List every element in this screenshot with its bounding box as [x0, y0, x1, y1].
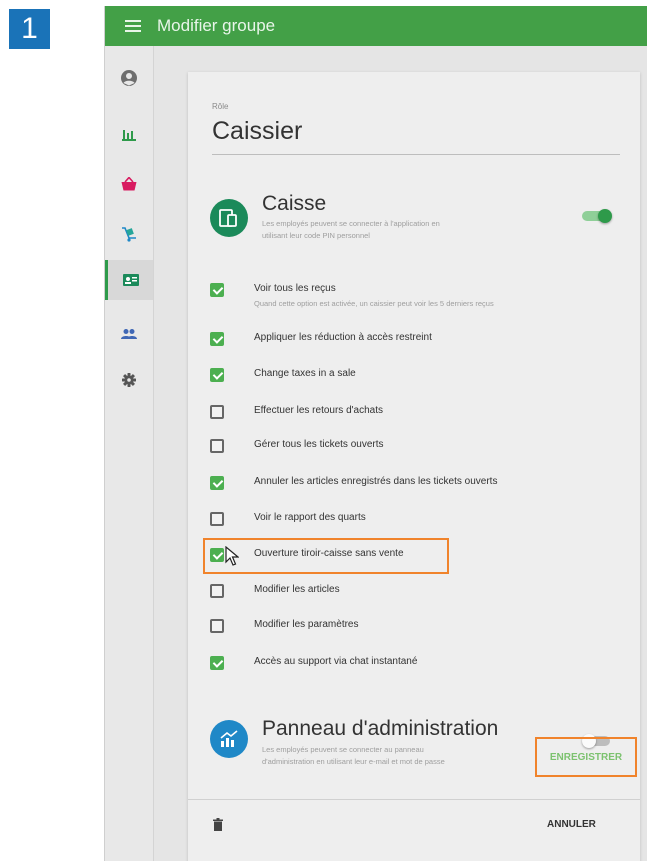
admin-section-description: Les employés peuvent se connecter au pan…: [262, 745, 445, 766]
permission-label: Modifier les paramètres: [254, 619, 359, 630]
sidebar-item-inventory[interactable]: [105, 214, 153, 254]
sidebar-item-account[interactable]: [105, 58, 153, 98]
permission-checkbox[interactable]: [210, 584, 224, 598]
sidebar-item-customers[interactable]: [105, 314, 153, 354]
permission-checkbox[interactable]: [210, 368, 224, 382]
permission-checkbox[interactable]: [210, 439, 224, 453]
permission-checkbox[interactable]: [210, 512, 224, 526]
permission-label: Voir le rapport des quarts: [254, 512, 366, 523]
menu-icon[interactable]: [125, 20, 141, 32]
permission-label: Effectuer les retours d'achats: [254, 405, 384, 416]
role-field-underline: [212, 154, 620, 155]
permission-label: Gérer tous les tickets ouverts: [254, 439, 384, 450]
permission-checkbox[interactable]: [210, 476, 224, 490]
role-field-label: Rôle: [212, 102, 229, 111]
pos-devices-icon: [210, 199, 248, 237]
footer-divider: [188, 799, 640, 800]
id-card-icon: [122, 274, 139, 286]
permission-label: Change taxes in a sale: [254, 368, 356, 379]
permission-label: Annuler les articles enregistrés dans le…: [254, 476, 498, 487]
permission-label: Voir tous les reçus: [254, 283, 336, 294]
page-title: Modifier groupe: [157, 16, 276, 35]
permission-checkbox[interactable]: [210, 332, 224, 346]
analytics-icon: [210, 720, 248, 758]
mouse-cursor-icon: [225, 546, 239, 566]
sidebar: [105, 46, 154, 861]
basket-icon: [121, 177, 137, 191]
sidebar-item-employees[interactable]: [105, 260, 153, 300]
permission-checkbox[interactable]: [210, 656, 224, 670]
caisse-section-description: Les employés peuvent se connecter à l'ap…: [262, 219, 440, 240]
top-app-bar: Modifier groupe: [105, 6, 647, 46]
people-icon: [121, 329, 137, 339]
permission-checkbox[interactable]: [210, 283, 224, 297]
permission-checkbox[interactable]: [210, 405, 224, 419]
caisse-section-title: Caisse: [262, 192, 327, 215]
sidebar-item-settings[interactable]: [105, 360, 153, 400]
delete-icon[interactable]: [213, 818, 223, 831]
permission-label: Modifier les articles: [254, 584, 340, 595]
account-icon: [121, 70, 137, 86]
settings-icon: [122, 373, 136, 387]
sidebar-item-items[interactable]: [105, 164, 153, 204]
save-button[interactable]: ENREGISTRER: [535, 737, 637, 777]
step-badge: 1: [9, 9, 50, 49]
hand-truck-icon: [122, 227, 136, 242]
app-window: Modifier groupe Rôle Caissier Caisse Les…: [104, 6, 647, 861]
caisse-access-toggle[interactable]: [582, 209, 612, 223]
cancel-button[interactable]: ANNULER: [547, 819, 596, 830]
permission-description: Quand cette option est activée, un caiss…: [254, 299, 494, 308]
sidebar-item-reports[interactable]: [105, 114, 153, 154]
highlight-box: [203, 538, 449, 574]
role-name-input[interactable]: Caissier: [212, 117, 302, 146]
admin-section-title: Panneau d'administration: [262, 717, 499, 740]
bar-chart-icon: [122, 130, 136, 141]
permission-label: Accès au support via chat instantané: [254, 656, 418, 667]
permission-label: Appliquer les réduction à accès restrein…: [254, 332, 432, 343]
permission-checkbox[interactable]: [210, 619, 224, 633]
